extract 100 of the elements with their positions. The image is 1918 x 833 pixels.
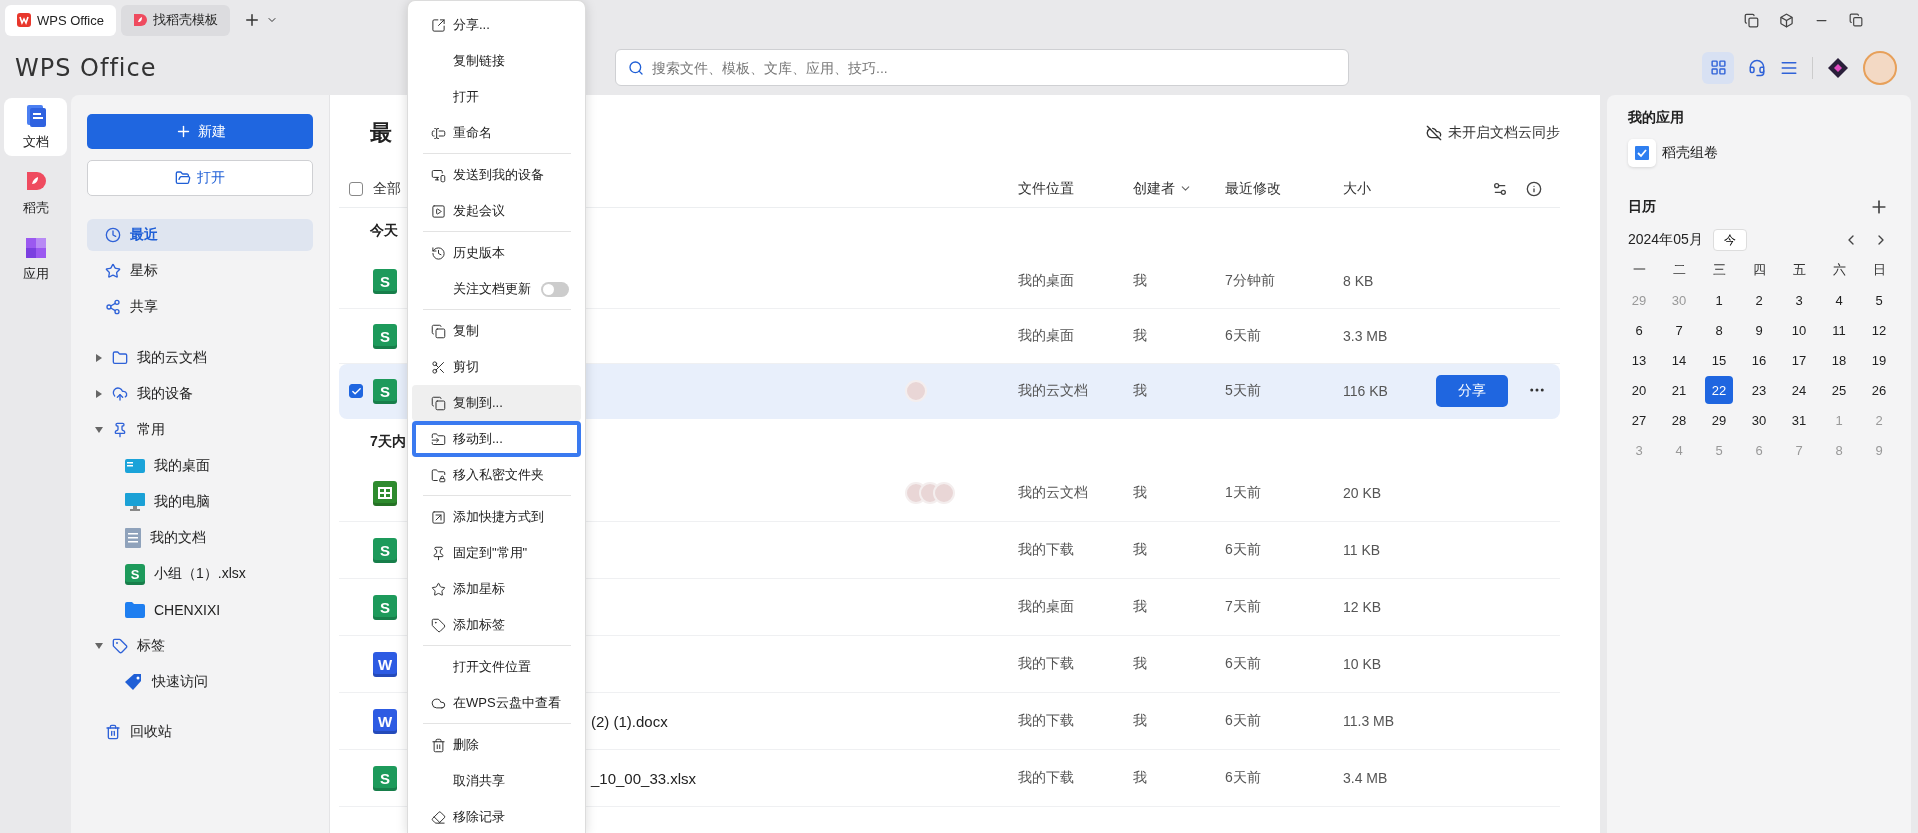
calendar-day[interactable]: 16 bbox=[1745, 346, 1773, 374]
column-header[interactable]: 文件位置 bbox=[1018, 179, 1133, 198]
calendar-day[interactable]: 18 bbox=[1825, 346, 1853, 374]
menu-item[interactable]: 关注文档更新 bbox=[412, 271, 581, 307]
tree-item[interactable]: 我的设备 bbox=[87, 378, 313, 410]
today-button[interactable]: 今 bbox=[1712, 229, 1747, 251]
calendar-day[interactable]: 22 bbox=[1705, 376, 1733, 404]
table-cell-text: 我的桌面 bbox=[1018, 598, 1075, 616]
caret-right-icon[interactable] bbox=[95, 354, 103, 362]
menu-item[interactable]: 移除记录 bbox=[412, 799, 581, 833]
calendar-day[interactable]: 17 bbox=[1785, 346, 1813, 374]
caret-down-icon[interactable] bbox=[95, 642, 103, 650]
calendar-day[interactable]: 27 bbox=[1625, 406, 1653, 434]
column-header[interactable]: 大小 bbox=[1343, 179, 1436, 198]
calendar-day[interactable]: 21 bbox=[1665, 376, 1693, 404]
checkbox[interactable] bbox=[349, 181, 363, 196]
calendar-day[interactable]: 30 bbox=[1745, 406, 1773, 434]
sidebar-item[interactable]: 星标 bbox=[87, 255, 313, 287]
calendar-day[interactable]: 14 bbox=[1665, 346, 1693, 374]
menu-item[interactable]: 历史版本 bbox=[412, 235, 581, 271]
tree-item[interactable]: CHENXIXI bbox=[87, 594, 313, 626]
new-button[interactable]: 新建 bbox=[87, 114, 313, 149]
tree-item[interactable]: 我的电脑 bbox=[87, 486, 313, 518]
app-logo-icon[interactable] bbox=[1827, 56, 1849, 79]
menu-item[interactable]: 固定到"常用" bbox=[412, 535, 581, 571]
cloud-off-icon[interactable] bbox=[1426, 124, 1442, 141]
info-icon[interactable] bbox=[1526, 180, 1542, 197]
menu-item[interactable]: 移动到... bbox=[412, 421, 581, 457]
menu-item[interactable]: 复制 bbox=[412, 313, 581, 349]
calendar-day[interactable]: 31 bbox=[1785, 406, 1813, 434]
tree-item[interactable]: 快速访问 bbox=[87, 666, 313, 698]
restore-icon[interactable] bbox=[1849, 13, 1863, 27]
search-field[interactable]: 搜索文件、模板、文库、应用、技巧... bbox=[615, 49, 1349, 86]
calendar-day[interactable]: 25 bbox=[1825, 376, 1853, 404]
tab[interactable]: 找稻壳模板 bbox=[120, 4, 230, 36]
rail-item[interactable]: 稻壳 bbox=[4, 164, 67, 222]
share-button[interactable]: 分享 bbox=[1436, 375, 1508, 407]
menu-item[interactable]: 复制链接 bbox=[412, 43, 581, 79]
calendar-day[interactable]: 26 bbox=[1865, 376, 1893, 404]
window-icon[interactable] bbox=[1744, 12, 1759, 28]
calendar-day[interactable]: 7 bbox=[1665, 316, 1693, 344]
calendar-day[interactable]: 24 bbox=[1785, 376, 1813, 404]
menu-item[interactable]: 在WPS云盘中查看 bbox=[412, 685, 581, 721]
menu-item[interactable]: 发送到我的设备 bbox=[412, 157, 581, 193]
calendar-day[interactable]: 10 bbox=[1785, 316, 1813, 344]
grid-view-button[interactable] bbox=[1702, 51, 1734, 84]
caret-down-icon[interactable] bbox=[95, 426, 103, 434]
calendar-day[interactable]: 11 bbox=[1825, 316, 1853, 344]
tree-item[interactable]: 我的文档 bbox=[87, 522, 313, 554]
settings-icon[interactable] bbox=[1492, 180, 1508, 197]
tree-item[interactable]: 标签 bbox=[87, 630, 313, 662]
cube-icon[interactable] bbox=[1779, 12, 1794, 28]
calendar-day[interactable]: 29 bbox=[1705, 406, 1733, 434]
menu-item[interactable]: 打开 bbox=[412, 79, 581, 115]
menu-item[interactable]: 移入私密文件夹 bbox=[412, 457, 581, 493]
menu-item[interactable]: 删除 bbox=[412, 727, 581, 763]
rail-item[interactable]: 应用 bbox=[4, 230, 67, 288]
calendar-day[interactable]: 1 bbox=[1705, 286, 1733, 314]
calendar-day[interactable]: 3 bbox=[1785, 286, 1813, 314]
menu-item[interactable]: 添加星标 bbox=[412, 571, 581, 607]
calendar-day[interactable]: 12 bbox=[1865, 316, 1893, 344]
tree-item[interactable]: 常用 bbox=[87, 414, 313, 446]
menu-item[interactable]: 打开文件位置 bbox=[412, 649, 581, 685]
calendar-day[interactable]: 2 bbox=[1745, 286, 1773, 314]
open-button[interactable]: 打开 bbox=[87, 160, 313, 196]
tab[interactable]: WPS Office bbox=[5, 4, 116, 36]
column-header[interactable]: 创建者 bbox=[1133, 179, 1225, 198]
caret-right-icon[interactable] bbox=[95, 390, 103, 398]
menu-item[interactable]: 重命名 bbox=[412, 115, 581, 151]
sync-status[interactable]: 未开启文档云同步 bbox=[1448, 123, 1560, 142]
sidebar-item[interactable]: 最近 bbox=[87, 219, 313, 251]
calendar-day[interactable]: 15 bbox=[1705, 346, 1733, 374]
menu-item[interactable]: 复制到... bbox=[412, 385, 581, 421]
calendar-day[interactable]: 23 bbox=[1745, 376, 1773, 404]
toggle-switch[interactable] bbox=[541, 281, 569, 297]
calendar-day[interactable]: 8 bbox=[1705, 316, 1733, 344]
tree-item[interactable]: 我的云文档 bbox=[87, 342, 313, 374]
rail-item[interactable]: 文档 bbox=[4, 98, 67, 156]
tree-item[interactable]: 我的桌面 bbox=[87, 450, 313, 482]
tree-item[interactable]: S 小组（1）.xlsx bbox=[87, 558, 313, 590]
menu-item[interactable]: 取消共享 bbox=[412, 763, 581, 799]
calendar-day[interactable]: 28 bbox=[1665, 406, 1693, 434]
calendar-day[interactable]: 20 bbox=[1625, 376, 1653, 404]
calendar-day[interactable]: 19 bbox=[1865, 346, 1893, 374]
sidebar-item[interactable]: 回收站 bbox=[87, 716, 313, 748]
app-label[interactable]: 稻壳组卷 bbox=[1662, 144, 1718, 162]
calendar-day[interactable]: 5 bbox=[1865, 286, 1893, 314]
calendar-day[interactable]: 9 bbox=[1745, 316, 1773, 344]
menu-item[interactable]: 添加快捷方式到 bbox=[412, 499, 581, 535]
menu-item[interactable]: 分享... bbox=[412, 7, 581, 43]
exam-app-icon[interactable] bbox=[1628, 139, 1656, 167]
calendar-day[interactable]: 6 bbox=[1625, 316, 1653, 344]
column-header[interactable]: 最近修改 bbox=[1225, 179, 1343, 198]
checkbox[interactable] bbox=[349, 384, 363, 398]
calendar-day[interactable]: 4 bbox=[1825, 286, 1853, 314]
headset-icon[interactable] bbox=[1748, 58, 1766, 77]
menu-item[interactable]: 添加标签 bbox=[412, 607, 581, 643]
calendar-day[interactable]: 13 bbox=[1625, 346, 1653, 374]
menu-item[interactable]: 发起会议 bbox=[412, 193, 581, 229]
sidebar-item[interactable]: 共享 bbox=[87, 291, 313, 323]
